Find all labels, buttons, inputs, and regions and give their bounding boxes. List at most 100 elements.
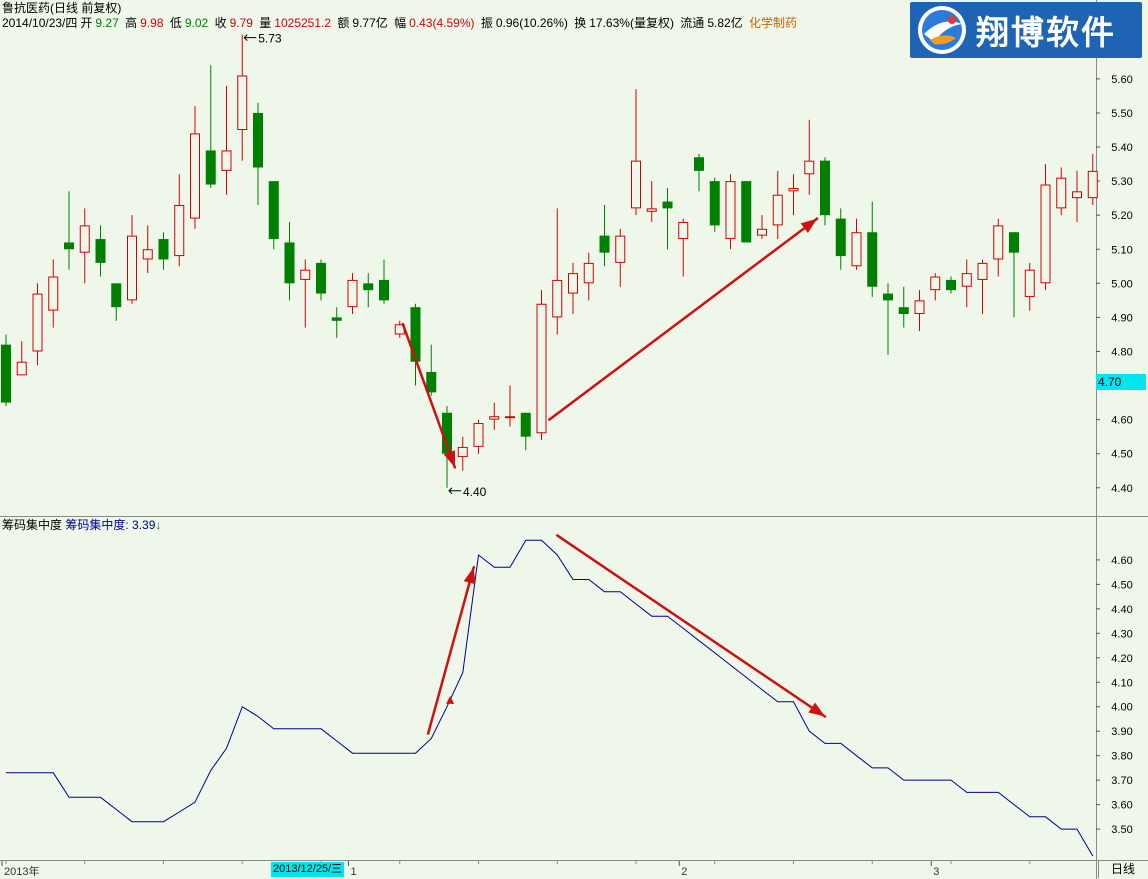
candle-up <box>914 300 925 314</box>
candle-down <box>158 239 169 260</box>
price-axis-label: 4.60 <box>1111 415 1132 427</box>
price-axis-label: 5.00 <box>1111 278 1132 290</box>
candle-up <box>142 249 153 260</box>
float-label: 流通 <box>680 16 705 30</box>
indicator-trend-arrow <box>426 566 476 735</box>
price-axis-label: 5.10 <box>1111 244 1132 256</box>
indicator-axis-label: 4.60 <box>1111 555 1132 567</box>
close-label: 收 <box>214 16 227 30</box>
candle-up <box>16 361 27 376</box>
period-button[interactable]: 日线 <box>1098 861 1147 878</box>
candle-up <box>568 273 578 294</box>
time-axis-label: 2 <box>681 866 687 878</box>
candle-down <box>867 232 878 287</box>
candle-up <box>1056 177 1067 209</box>
price-axis-label: 4.80 <box>1111 346 1132 358</box>
candle-down <box>520 412 531 437</box>
price-axis-label: 5.40 <box>1111 142 1132 154</box>
float-value: 5.82亿 <box>707 16 743 30</box>
high-label: 高 <box>125 16 138 30</box>
candle-up <box>583 262 594 284</box>
candle-down <box>835 218 846 257</box>
candle-up <box>788 187 799 192</box>
amplitude-value: 0.96(10.26%) <box>495 16 568 30</box>
candle-down <box>883 293 893 301</box>
candle-up <box>1024 269 1035 297</box>
indicator-axis-label: 4.30 <box>1111 628 1132 640</box>
candle-down <box>410 307 421 362</box>
price-axis-label: 4.50 <box>1111 449 1132 461</box>
candle-down <box>599 235 610 253</box>
candle-up <box>300 269 311 280</box>
candle-up <box>993 225 1004 260</box>
candle-up <box>48 276 59 311</box>
close-value: 9.79 <box>229 16 253 30</box>
candle-down <box>64 242 74 250</box>
price-trend-arrow <box>401 322 457 469</box>
candle-down <box>379 279 389 301</box>
indicator-trend-arrow <box>556 534 827 718</box>
candle-up <box>505 416 515 419</box>
logo-text: 翔博软件 <box>976 13 1116 52</box>
candle-up <box>678 222 689 240</box>
candle-up <box>237 75 248 131</box>
candle-down <box>284 242 295 284</box>
candle-up <box>851 232 862 267</box>
indicator-axis-label: 3.90 <box>1111 726 1132 738</box>
logo-globe-icon <box>918 6 966 54</box>
indicator-axis-label: 4.00 <box>1111 702 1132 714</box>
quote-date: 2014/10/23/四 <box>2 16 78 30</box>
price-axis-label: 5.30 <box>1111 176 1132 188</box>
candle-up <box>473 423 484 447</box>
candle-down <box>331 317 342 321</box>
low-label: 低 <box>169 16 182 30</box>
cursor-date-badge: 2013/12/25/三 <box>271 862 345 877</box>
candle-down <box>946 279 956 291</box>
annotation-pointer-icon <box>448 487 461 495</box>
sector-link[interactable]: 化学制药 <box>749 16 797 30</box>
open-label: 开 <box>80 16 93 30</box>
price-annotation: 5.73 <box>258 32 282 46</box>
price-axis-label: 5.20 <box>1111 210 1132 222</box>
indicator-label: 筹码集中度: <box>65 518 129 532</box>
candle-up <box>977 262 988 280</box>
turnover-label: 换 <box>574 16 587 30</box>
candle-up <box>757 228 767 236</box>
open-value: 9.27 <box>95 16 119 30</box>
candle-down <box>898 307 909 314</box>
candle-up <box>804 160 815 175</box>
candle-down <box>662 201 673 209</box>
candle-up <box>457 446 468 458</box>
candle-up <box>1040 184 1051 284</box>
change-label: 幅 <box>394 16 407 30</box>
indicator-trend-arrow-head <box>463 567 476 585</box>
candle-down <box>1009 232 1019 253</box>
time-axis-label: 2013年 <box>4 864 39 878</box>
brand-logo: 翔博软件 <box>910 2 1142 58</box>
amount-value: 9.77亿 <box>352 16 388 30</box>
indicator-axis-label: 4.20 <box>1111 653 1132 665</box>
candle-down <box>253 112 263 168</box>
stock-chart[interactable]: 4.40 4.50 4.60 4.70 4.80 4.90 5.00 5.10 5.20 5.30… <box>0 0 1148 879</box>
candle-up <box>221 150 232 171</box>
candle-down <box>316 262 326 294</box>
candle-up <box>1087 170 1098 199</box>
annotation-pointer-icon <box>243 34 257 41</box>
indicator-axis-label: 3.50 <box>1111 824 1132 836</box>
price-annotation: 4.40 <box>463 485 487 499</box>
indicator-trend-arrow-head <box>808 702 825 717</box>
price-axis-label: 4.90 <box>1111 312 1132 324</box>
candle-down <box>95 239 106 263</box>
indicator-trend-icon: ↓ <box>155 518 162 532</box>
candle-down <box>363 283 374 291</box>
indicator-value: 3.39 <box>132 518 156 532</box>
indicator-axis-label: 3.60 <box>1111 800 1132 812</box>
candle-up <box>127 235 137 301</box>
indicator-header: 筹码集中度 筹码集中度: 3.39↓ <box>2 518 161 532</box>
candle-down <box>205 150 216 185</box>
candle-up <box>174 204 185 257</box>
time-axis-label: 3 <box>933 866 939 878</box>
candle-up <box>190 133 200 219</box>
candle-down <box>1 344 11 403</box>
time-axis-label: 1 <box>351 866 357 878</box>
